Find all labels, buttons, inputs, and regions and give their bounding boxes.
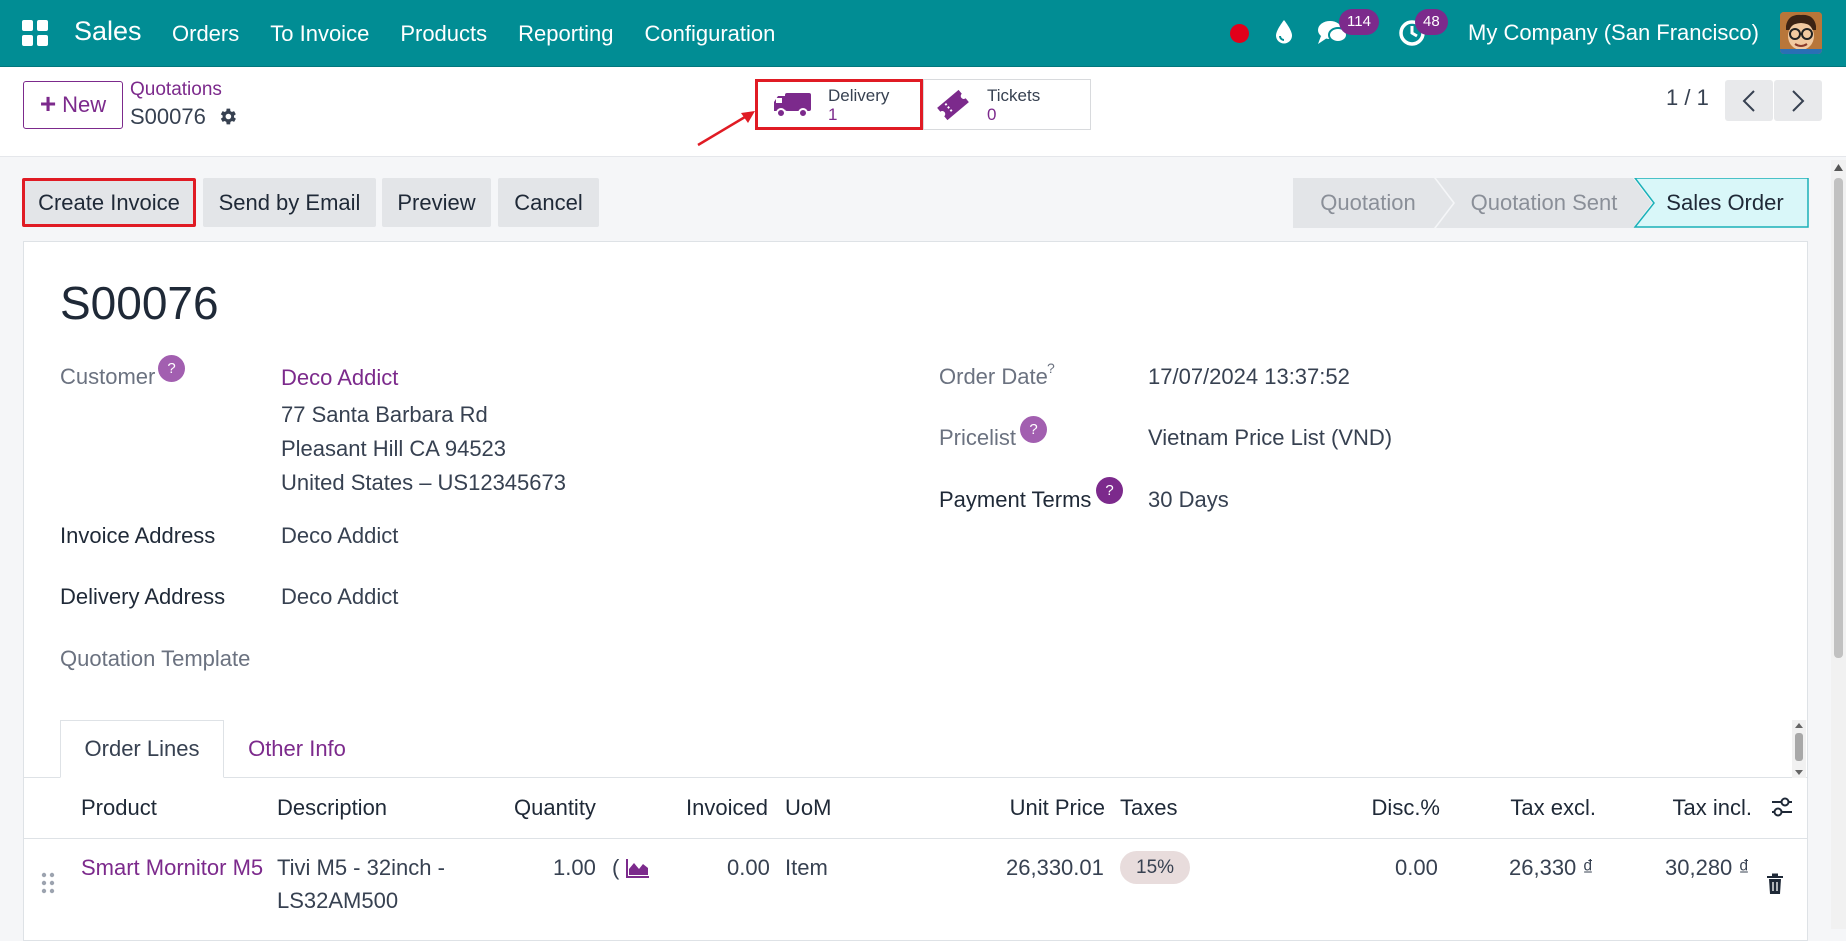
tab-scrollbar[interactable] bbox=[1792, 720, 1806, 778]
cancel-button[interactable]: Cancel bbox=[498, 178, 599, 227]
payment-terms-help-icon[interactable]: ? bbox=[1096, 477, 1123, 504]
scroll-up-icon[interactable] bbox=[1834, 164, 1843, 171]
invoice-address-label: Invoice Address bbox=[60, 523, 216, 548]
new-button[interactable]: + New bbox=[23, 81, 123, 129]
create-invoice-button[interactable]: Create Invoice bbox=[22, 178, 196, 227]
breadcrumb-quotations[interactable]: Quotations bbox=[130, 79, 222, 101]
delivery-label: Delivery bbox=[828, 85, 890, 105]
row-discount[interactable]: 0.00 bbox=[1395, 855, 1438, 881]
drag-handle-icon[interactable] bbox=[41, 872, 55, 894]
payment-terms-field[interactable]: 30 Days bbox=[1148, 487, 1229, 513]
send-by-email-button[interactable]: Send by Email bbox=[203, 178, 376, 227]
apps-grid-icon[interactable] bbox=[22, 20, 48, 46]
column-quantity[interactable]: Quantity bbox=[514, 795, 596, 821]
breadcrumb-current-record: S00076 bbox=[130, 104, 206, 129]
table-header-divider bbox=[23, 838, 1808, 839]
stage-quotation-sent[interactable]: Quotation Sent bbox=[1455, 178, 1633, 227]
row-product[interactable]: Smart Mornitor M5 bbox=[81, 855, 263, 881]
payment-terms-label: Payment Terms bbox=[939, 487, 1092, 512]
delivery-smart-button[interactable]: Delivery 1 bbox=[755, 79, 923, 130]
preview-button[interactable]: Preview bbox=[382, 178, 491, 227]
row-unit-price[interactable]: 26,330.01 bbox=[1006, 855, 1104, 881]
row-invoiced: 0.00 bbox=[727, 855, 770, 880]
customer-label: Customer bbox=[60, 364, 156, 389]
row-tax-badge[interactable]: 15% bbox=[1120, 851, 1191, 884]
new-button-label: New bbox=[62, 92, 107, 117]
main-menu: Orders To Invoice Products Reporting Con… bbox=[172, 21, 806, 47]
page-scrollbar[interactable] bbox=[1831, 160, 1846, 929]
chevron-left-icon bbox=[1742, 89, 1755, 112]
forecast-chart-icon[interactable] bbox=[626, 858, 650, 878]
tickets-smart-button[interactable]: Tickets 0 bbox=[923, 79, 1091, 130]
tab-other-info[interactable]: Other Info bbox=[224, 720, 370, 778]
row-tax-incl: 30,280 ₫ bbox=[1665, 855, 1750, 880]
activity-count-badge: 48 bbox=[1415, 9, 1448, 35]
delivery-address-field[interactable]: Deco Addict bbox=[281, 584, 398, 610]
pricelist-label: Pricelist bbox=[939, 425, 1017, 450]
page-scrollbar-thumb[interactable] bbox=[1834, 178, 1843, 658]
row-quantity[interactable]: 1.00 bbox=[553, 855, 596, 881]
pricelist-help-icon[interactable]: ? bbox=[1020, 416, 1047, 443]
avatar-face-icon bbox=[1780, 12, 1822, 54]
trash-icon[interactable] bbox=[1766, 873, 1784, 895]
delivery-address-label: Delivery Address bbox=[60, 584, 226, 609]
control-panel: + New Quotations S00076 Delivery 1 Ticke… bbox=[0, 67, 1846, 157]
menu-reporting[interactable]: Reporting bbox=[518, 21, 613, 47]
gear-icon[interactable] bbox=[217, 106, 238, 127]
stage-sales-order[interactable]: Sales Order bbox=[1650, 178, 1800, 227]
order-date-help-mark[interactable]: ? bbox=[1047, 360, 1055, 376]
order-date-field[interactable]: 17/07/2024 13:37:52 bbox=[1148, 364, 1350, 390]
delivery-count: 1 bbox=[828, 104, 838, 124]
row-description-line-2[interactable]: LS32AM500 bbox=[277, 888, 398, 914]
menu-configuration[interactable]: Configuration bbox=[645, 21, 776, 47]
pricelist-field[interactable]: Vietnam Price List (VND) bbox=[1148, 425, 1392, 451]
order-title: S00076 bbox=[60, 277, 219, 329]
drop-icon[interactable] bbox=[1273, 18, 1295, 46]
row-description-line-1[interactable]: Tivi M5 - 32inch - bbox=[277, 855, 445, 881]
column-tax-excl[interactable]: Tax excl. bbox=[1480, 795, 1596, 821]
column-taxes[interactable]: Taxes bbox=[1120, 795, 1177, 821]
stage-quotation[interactable]: Quotation bbox=[1293, 178, 1443, 227]
column-product[interactable]: Product bbox=[81, 795, 157, 821]
column-invoiced[interactable]: Invoiced bbox=[686, 795, 768, 821]
truck-icon bbox=[774, 92, 811, 118]
row-tax-excl: 26,330 ₫ bbox=[1509, 855, 1594, 880]
column-unit-price[interactable]: Unit Price bbox=[990, 795, 1105, 821]
menu-products[interactable]: Products bbox=[400, 21, 487, 47]
plus-icon: + bbox=[39, 87, 57, 119]
record-dot-icon[interactable] bbox=[1230, 24, 1249, 43]
row-forecast-marker: ( bbox=[612, 855, 620, 880]
customer-help-icon[interactable]: ? bbox=[158, 355, 185, 382]
customer-name-link[interactable]: Deco Addict bbox=[281, 365, 398, 391]
tab-order-lines[interactable]: Order Lines bbox=[60, 720, 224, 778]
menu-orders[interactable]: Orders bbox=[172, 21, 239, 47]
column-uom[interactable]: UoM bbox=[785, 795, 831, 821]
menu-to-invoice[interactable]: To Invoice bbox=[270, 21, 369, 47]
chevron-right-icon bbox=[1792, 89, 1805, 112]
top-navbar: Sales Orders To Invoice Products Reporti… bbox=[0, 0, 1846, 67]
customer-address-line-2: Pleasant Hill CA 94523 bbox=[281, 436, 507, 461]
column-tax-incl[interactable]: Tax incl. bbox=[1640, 795, 1752, 821]
tickets-count: 0 bbox=[987, 104, 997, 124]
chat-count-badge: 114 bbox=[1339, 9, 1379, 35]
column-description[interactable]: Description bbox=[277, 795, 387, 821]
order-date-label: Order Date bbox=[939, 364, 1048, 389]
annotation-arrow-icon bbox=[697, 111, 755, 147]
app-brand[interactable]: Sales bbox=[74, 16, 142, 47]
pager-next-button[interactable] bbox=[1774, 80, 1822, 121]
tickets-label: Tickets bbox=[987, 85, 1041, 105]
column-settings-icon[interactable] bbox=[1770, 795, 1794, 819]
pager-value[interactable]: 1 / 1 bbox=[1666, 85, 1709, 111]
quotation-template-label: Quotation Template bbox=[60, 646, 251, 671]
company-switcher[interactable]: My Company (San Francisco) bbox=[1468, 20, 1759, 46]
row-uom[interactable]: Item bbox=[785, 855, 828, 881]
customer-address-line-3: United States – US12345673 bbox=[281, 470, 566, 495]
pager-previous-button[interactable] bbox=[1725, 80, 1773, 121]
ticket-icon bbox=[937, 89, 969, 120]
column-discount[interactable]: Disc.% bbox=[1340, 795, 1440, 821]
invoice-address-field[interactable]: Deco Addict bbox=[281, 523, 398, 549]
customer-address-line-1: 77 Santa Barbara Rd bbox=[281, 402, 488, 427]
user-avatar[interactable] bbox=[1780, 12, 1822, 54]
